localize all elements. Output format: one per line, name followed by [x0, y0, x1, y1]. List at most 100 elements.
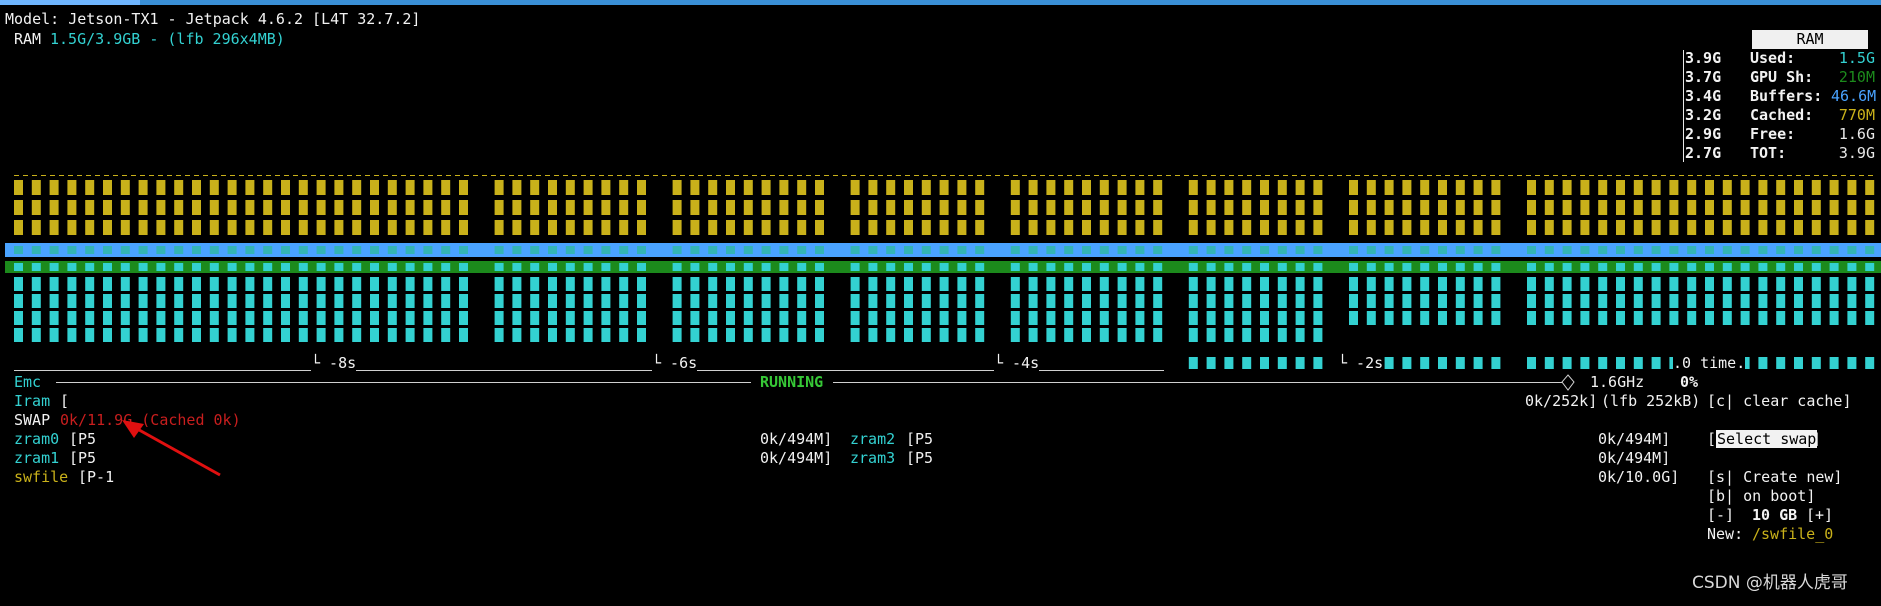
chart-top-dash — [851, 175, 856, 176]
chart-cached-cell — [850, 220, 860, 235]
chart-buffer-cell — [1865, 246, 1875, 254]
chart-cached-cell — [583, 200, 593, 215]
ram-legend-value: 770M — [1838, 106, 1875, 124]
chart-cached-cell — [1224, 220, 1234, 235]
chart-top-dash — [1670, 175, 1675, 176]
chart-used-cell — [1811, 277, 1821, 291]
chart-cached-cell — [921, 180, 931, 195]
chart-cached-cell — [1829, 200, 1839, 215]
chart-top-dash — [1265, 175, 1270, 176]
chart-used-cell — [957, 277, 967, 291]
chart-used-cell — [1082, 277, 1091, 291]
chart-recent-cell — [1794, 357, 1803, 369]
chart-used-cell — [904, 328, 913, 342]
chart-used-cell — [743, 294, 753, 308]
chart-buffer-cell — [1117, 246, 1127, 254]
chart-cached-cell — [1295, 200, 1305, 215]
chart-used-cell — [1082, 311, 1091, 325]
chart-used-cell — [1438, 277, 1447, 291]
chart-cached-cell — [1260, 220, 1269, 235]
chart-cached-cell — [281, 200, 290, 215]
chart-cached-cell — [1544, 200, 1554, 215]
chart-recent-cell — [1758, 357, 1768, 369]
chart-buffer-cell — [1028, 246, 1038, 254]
ram-legend-tick: 2.7G — [1685, 144, 1722, 162]
chart-top-dash — [212, 175, 217, 176]
chart-gpu-cell — [334, 263, 344, 271]
create-swap-shortcut[interactable]: [s| Create new] — [1707, 468, 1842, 487]
chart-cached-cell — [405, 220, 415, 235]
chart-top-dash — [203, 175, 208, 176]
chart-cached-cell — [459, 200, 468, 215]
chart-used-cell — [690, 311, 700, 325]
swap-on-boot-shortcut[interactable]: [b| on boot] — [1707, 487, 1815, 506]
chart-top-dash — [464, 175, 469, 176]
chart-top-dash — [788, 175, 793, 176]
chart-cached-cell — [601, 200, 611, 215]
chart-cached-cell — [1135, 180, 1145, 195]
chart-used-cell — [1847, 311, 1857, 325]
iram-lfb: (lfb 252kB) — [1601, 392, 1701, 410]
chart-used-cell — [1313, 294, 1323, 308]
swap-device-zram0-name: zram0 — [14, 430, 60, 448]
chart-buffer-cell — [1135, 246, 1145, 254]
chart-used-cell — [1188, 294, 1198, 308]
chart-used-cell — [1046, 311, 1056, 325]
chart-top-dash — [1013, 175, 1018, 176]
chart-cached-cell — [1847, 220, 1857, 235]
chart-top-dash — [1121, 175, 1126, 176]
chart-buffer-cell — [1099, 246, 1109, 254]
chart-gpu-cell — [815, 263, 824, 271]
chart-used-cell — [1099, 277, 1109, 291]
chart-cached-cell — [1438, 180, 1447, 195]
chart-used-cell — [1082, 328, 1091, 342]
chart-top-dash — [1283, 175, 1288, 176]
chart-top-dash — [176, 175, 181, 176]
chart-used-cell — [1758, 294, 1768, 308]
chart-gpu-cell — [530, 263, 540, 271]
chart-used-cell — [1064, 294, 1074, 308]
chart-top-dash — [1643, 175, 1648, 176]
chart-cached-cell — [494, 180, 504, 195]
chart-used-cell — [1242, 328, 1252, 342]
chart-used-cell — [530, 294, 540, 308]
chart-top-dash — [1040, 175, 1045, 176]
chart-top-dash — [1517, 175, 1522, 176]
chart-cached-cell — [1491, 200, 1501, 215]
chart-buffer-cell — [1562, 246, 1572, 254]
chart-gpu-cell — [459, 263, 468, 271]
chart-used-cell — [1491, 311, 1501, 325]
chart-cached-cell — [1420, 180, 1430, 195]
swap-size-increase-button[interactable]: [+] — [1806, 506, 1833, 525]
chart-cached-cell — [957, 200, 967, 215]
chart-cached-cell — [1384, 220, 1394, 235]
chart-used-cell — [1776, 294, 1786, 308]
chart-cached-cell — [14, 220, 23, 235]
chart-cached-cell — [904, 200, 913, 215]
chart-cached-cell — [1349, 180, 1358, 195]
chart-gpu-cell — [1135, 263, 1145, 271]
chart-gpu-cell — [1295, 263, 1305, 271]
clear-cache-shortcut[interactable]: [c| clear cache] — [1707, 392, 1852, 411]
chart-top-dash — [680, 175, 685, 176]
chart-top-dash — [1742, 175, 1747, 176]
chart-recent-cell — [1865, 357, 1875, 369]
swap-label: SWAP — [14, 411, 51, 429]
select-swap-button[interactable]: Select swap — [1716, 430, 1818, 449]
chart-recent-cell — [1491, 357, 1501, 369]
chart-cached-cell — [387, 200, 397, 215]
chart-buffer-cell — [957, 246, 967, 254]
new-swap-path: /swfile_0 — [1752, 525, 1834, 543]
chart-cached-cell — [1473, 200, 1483, 215]
swap-size-decrease-button[interactable]: [-] — [1707, 506, 1734, 525]
chart-gpu-cell — [263, 263, 273, 271]
chart-gpu-cell — [1099, 263, 1109, 271]
chart-buffer-cell — [316, 246, 326, 254]
chart-used-cell — [672, 311, 682, 325]
chart-used-cell — [1527, 277, 1536, 291]
chart-cached-cell — [1527, 220, 1536, 235]
chart-used-cell — [281, 277, 290, 291]
chart-buffer-cell — [1384, 246, 1394, 254]
chart-gpu-cell — [1847, 263, 1857, 271]
chart-top-dash — [1751, 175, 1756, 176]
